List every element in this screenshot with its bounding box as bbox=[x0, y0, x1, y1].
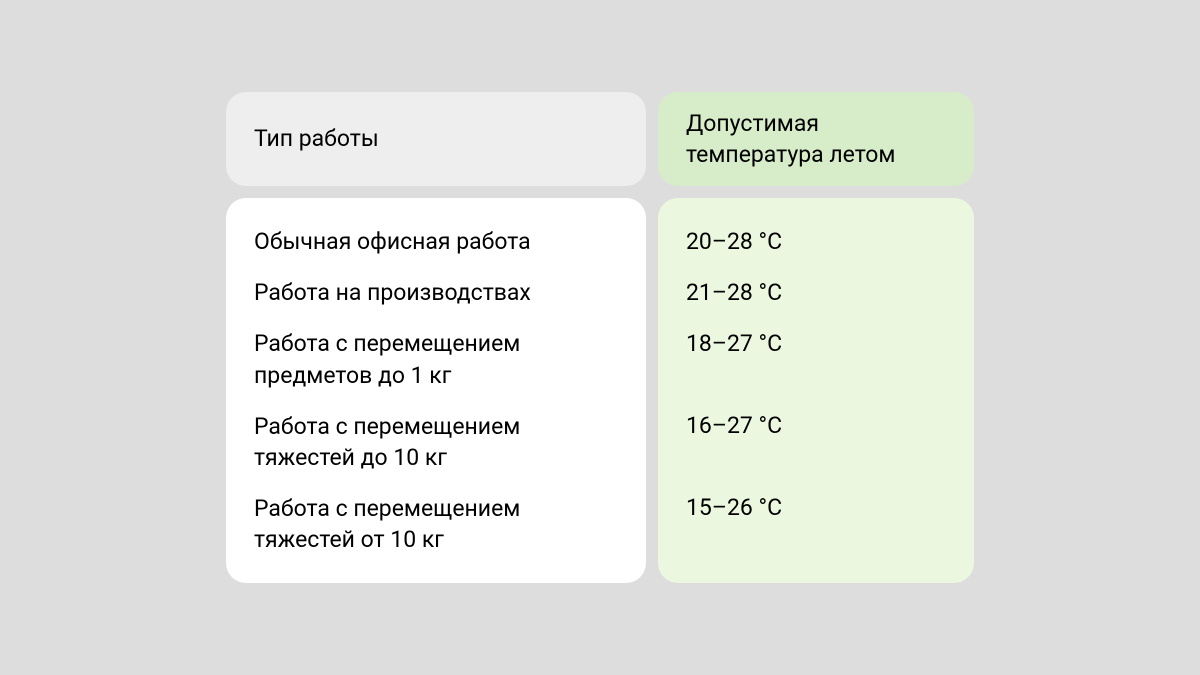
table-cell: Работа с перемещением тяжестей от 10 кг bbox=[254, 493, 618, 555]
work-type-column: Обычная офисная работа Работа на произво… bbox=[226, 198, 646, 582]
table-cell: 15–26 °C bbox=[686, 492, 946, 554]
table-cell: Работа с перемещением тяжестей до 10 кг bbox=[254, 411, 618, 473]
temperature-column: 20–28 °C 21–28 °C 18–27 °C 16–27 °C 15–2… bbox=[658, 198, 974, 582]
table-cell: 20–28 °C bbox=[686, 226, 946, 257]
table-cell: Работа с перемещением предметов до 1 кг bbox=[254, 328, 618, 390]
column-header-work-type: Тип работы bbox=[226, 92, 646, 186]
table-cell: 21–28 °C bbox=[686, 277, 946, 308]
table-header-row: Тип работы Допустимая температура летом bbox=[226, 92, 974, 186]
column-header-temperature: Допустимая температура летом bbox=[658, 92, 974, 186]
table-cell: 16–27 °C bbox=[686, 410, 946, 472]
temperature-table: Тип работы Допустимая температура летом … bbox=[226, 92, 974, 582]
table-body-row: Обычная офисная работа Работа на произво… bbox=[226, 198, 974, 582]
table-cell: Обычная офисная работа bbox=[254, 226, 618, 257]
table-cell: 18–27 °C bbox=[686, 328, 946, 390]
table-cell: Работа на производствах bbox=[254, 277, 618, 308]
